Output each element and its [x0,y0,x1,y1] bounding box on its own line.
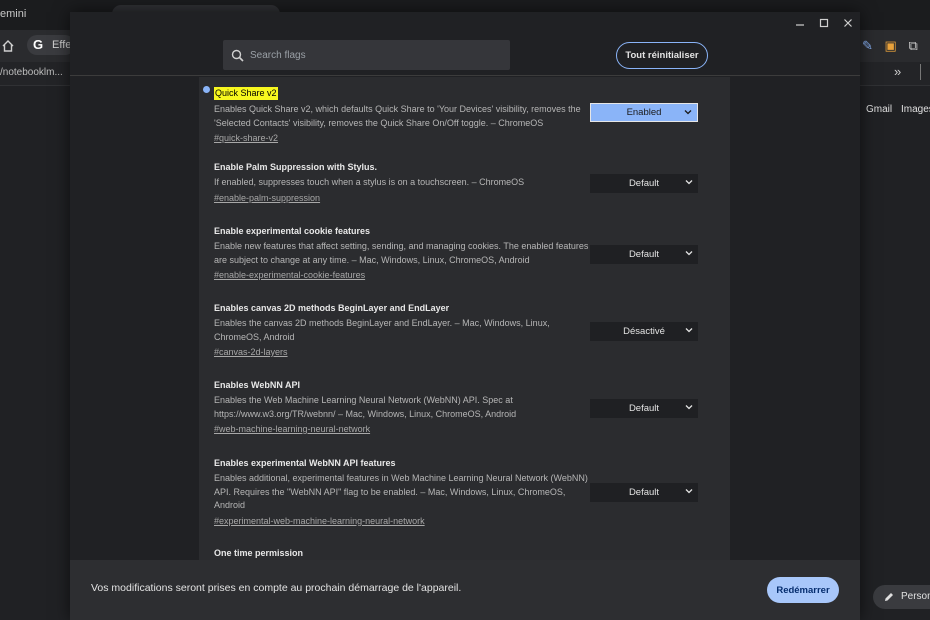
google-logo-icon: G [33,37,44,52]
google-chip-text: Effe [52,39,72,51]
chevron-down-icon [684,110,692,115]
flag-description: Enables the canvas 2D methods BeginLayer… [214,318,550,342]
flag-description: Enables additional, experimental feature… [214,473,588,510]
gift-icon[interactable]: ▣ [885,38,897,53]
flags-list: Quick Share v2 Enables Quick Share v2, w… [199,77,730,560]
bookmarks-overflow-icon[interactable]: » [894,64,901,79]
flag-link[interactable]: #web-machine-learning-neural-network [214,423,714,436]
puzzle-icon[interactable]: ⧉ [908,38,917,53]
flag-title: Enables canvas 2D methods BeginLayer and… [214,303,450,313]
chevron-down-icon [685,405,693,410]
bookmark-item[interactable]: /notebooklm... [0,67,63,78]
search-icon [231,49,244,62]
pen-icon[interactable]: ✎ [862,38,873,53]
flag-select[interactable]: Default [590,483,698,502]
flag-description: Enables the Web Machine Learning Neural … [214,395,517,419]
chevron-down-icon [685,328,693,333]
modified-indicator-icon [203,86,210,93]
flag-select-value: Enabled [626,107,662,118]
flag-title: Enable Palm Suppression with Stylus. [214,162,378,172]
reset-all-button[interactable]: Tout réinitialiser [616,42,708,69]
flag-title: Quick Share v2 [214,87,278,100]
flag-title: Enables WebNN API [214,380,301,390]
flag-item: One time permission [214,547,714,560]
chevron-down-icon [685,180,693,185]
maximize-icon[interactable] [812,12,836,34]
chevron-down-icon [685,251,693,256]
flag-link[interactable]: #enable-palm-suppression [214,192,714,205]
flags-window: Tout réinitialiser Quick Share v2 Enable… [70,12,860,620]
window-controls [788,12,860,34]
tab-label[interactable]: emini [0,8,26,20]
flag-title: Enables experimental WebNN API features [214,458,396,468]
flag-link[interactable]: #quick-share-v2 [214,132,714,145]
flag-select-value: Default [628,178,660,189]
home-icon[interactable] [1,39,15,53]
pencil-icon [885,593,893,601]
flag-select[interactable]: Default [590,245,698,264]
flag-description: If enabled, suppresses touch when a styl… [214,177,525,187]
flag-description: Enable new features that affect setting,… [214,241,589,265]
flags-header: Tout réinitialiser [70,34,860,76]
search-box[interactable] [223,40,510,70]
flag-select-value: Désactivé [623,326,665,337]
flag-select-value: Default [628,249,660,260]
restart-message: Vos modifications seront prises en compt… [91,582,462,594]
flag-description: Enables Quick Share v2, which defaults Q… [214,104,581,128]
personalize-label: Person [901,591,930,602]
restart-banner: Vos modifications seront prises en compt… [70,560,860,620]
chevron-down-icon [685,489,693,494]
flag-select[interactable]: Default [590,399,698,418]
close-icon[interactable] [836,12,860,34]
flag-select[interactable]: Désactivé [590,322,698,341]
flag-link[interactable]: #enable-experimental-cookie-features [214,269,714,282]
flag-select[interactable]: Default [590,174,698,193]
minimize-icon[interactable] [788,12,812,34]
flag-link[interactable]: #experimental-web-machine-learning-neura… [214,515,714,528]
gmail-link[interactable]: Gmail [866,104,892,115]
restart-button[interactable]: Redémarrer [767,577,839,603]
flag-title: Enable experimental cookie features [214,226,371,236]
flag-select[interactable]: Enabled [590,103,698,122]
flag-link[interactable]: #canvas-2d-layers [214,346,714,359]
search-input[interactable] [250,49,490,61]
flag-select-value: Default [628,487,660,498]
flag-title: One time permission [214,548,304,558]
flag-select-value: Default [628,403,660,414]
extension-icons: ✎ ▣ ⧉ [862,38,918,54]
images-link[interactable]: Images [901,104,930,115]
divider [920,64,921,80]
